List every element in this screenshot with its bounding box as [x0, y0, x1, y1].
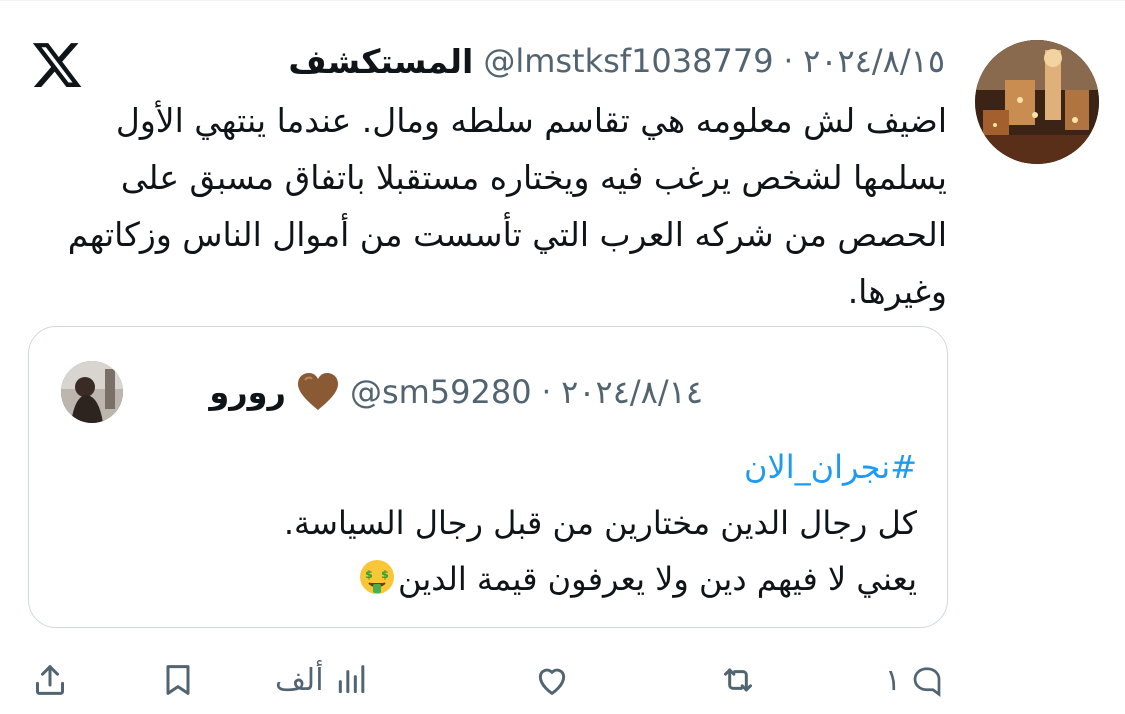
reply-count: ١ — [884, 662, 901, 698]
separator-dot: · — [783, 43, 794, 79]
tweet-actions-bar: ١ ألف — [0, 650, 1125, 710]
retweet-button[interactable] — [718, 650, 766, 710]
quoted-author-handle: @sm59280 — [349, 373, 532, 411]
money-mouth-face-icon: $ $ — [358, 557, 396, 595]
quoted-text-line-2: يعني لا فيهم دين ولا يعرفون قيمة الدين — [398, 560, 917, 598]
quoted-author-avatar — [61, 361, 123, 423]
views-button[interactable]: ألف — [275, 650, 372, 710]
quoted-tweet-header: رورو @sm59280 · ٢٠٢٤/٨/١٤ — [209, 367, 703, 417]
author-avatar[interactable] — [975, 40, 1099, 164]
svg-text:$: $ — [365, 568, 373, 581]
x-logo-icon[interactable] — [30, 38, 84, 92]
reply-button[interactable]: ١ — [885, 650, 945, 710]
brown-heart-icon — [296, 372, 340, 412]
author-name[interactable]: المستكشف — [288, 42, 473, 81]
quoted-text-line-2-wrapper: يعني لا فيهم دين ولا يعرفون قيمة الدين $ $ — [57, 551, 917, 607]
quoted-text-line-1: كل رجال الدين مختارين من قبل رجال السياس… — [283, 504, 917, 542]
share-button[interactable] — [30, 650, 78, 710]
author-handle[interactable]: @lmstksf1038779 — [483, 42, 773, 80]
quoted-tweet-body: #نجران_الان كل رجال الدين مختارين من قبل… — [57, 439, 917, 607]
bookmark-icon — [166, 665, 190, 695]
views-chart-icon — [338, 665, 364, 694]
quoted-separator-dot: · — [541, 374, 552, 410]
bookmark-button[interactable] — [158, 650, 206, 710]
share-icon — [36, 665, 64, 695]
tweet-text: اضيف لش معلومه هي تقاسم سلطه ومال. عندما… — [67, 101, 947, 311]
tweet-header: المستكشف @lmstksf1038779 · ٢٠٢٤/٨/١٥ — [288, 36, 945, 86]
reply-icon — [913, 667, 941, 697]
quoted-author-name: رورو — [209, 373, 286, 411]
views-count: ألف — [275, 662, 324, 698]
heart-icon — [538, 668, 566, 695]
hashtag-link[interactable]: #نجران_الان — [57, 439, 917, 495]
like-button[interactable] — [532, 650, 580, 710]
svg-text:$: $ — [381, 568, 389, 581]
tweet-date[interactable]: ٢٠٢٤/٨/١٥ — [803, 42, 945, 80]
top-divider — [0, 0, 1125, 1]
quoted-tweet-card[interactable]: رورو @sm59280 · ٢٠٢٤/٨/١٤ #نجران_الان كل… — [28, 326, 948, 628]
quoted-tweet-date: ٢٠٢٤/٨/١٤ — [561, 373, 703, 411]
retweet-icon — [724, 668, 752, 692]
